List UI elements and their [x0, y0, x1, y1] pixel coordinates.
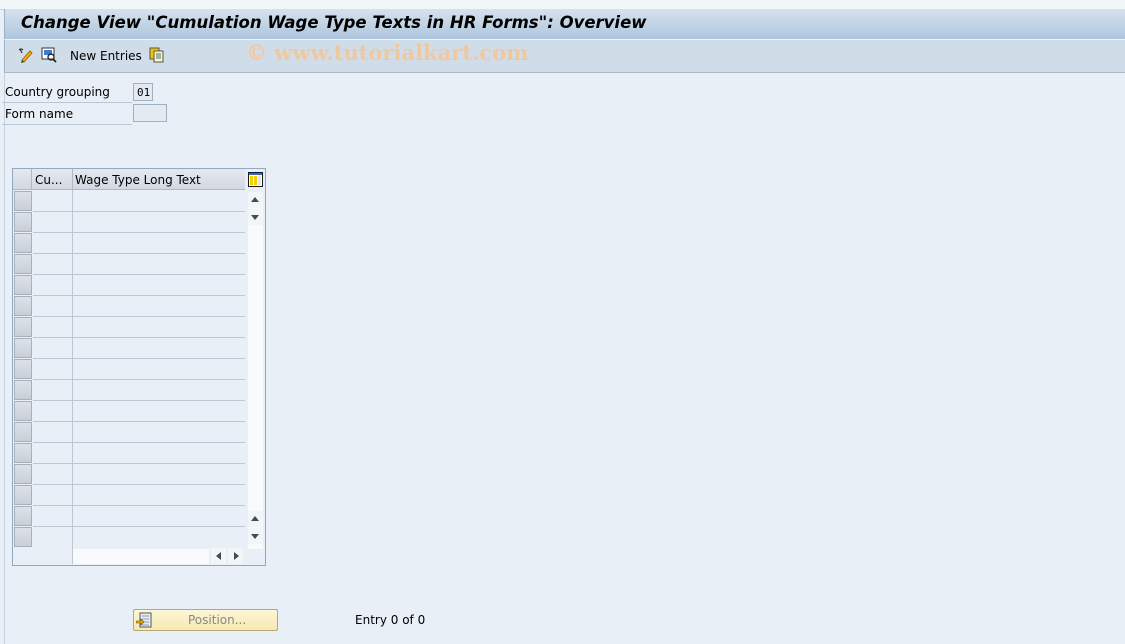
table-row: [33, 401, 245, 422]
row-selector[interactable]: [14, 191, 32, 211]
scroll-page-up-button[interactable]: [248, 511, 263, 527]
field-underline: [2, 124, 132, 125]
row-selector[interactable]: [14, 443, 32, 463]
copy-icon[interactable]: [149, 47, 165, 63]
row-selector[interactable]: [14, 485, 32, 505]
column-settings-icon[interactable]: [248, 172, 263, 187]
row-selector[interactable]: [14, 506, 32, 526]
table-header: Cu... Wage Type Long Text: [13, 169, 245, 190]
row-selector[interactable]: [14, 422, 32, 442]
row-selector[interactable]: [14, 527, 32, 547]
form-name-label: Form name: [5, 107, 74, 121]
application-toolbar: New Entries: [4, 40, 1125, 73]
row-selector[interactable]: [14, 464, 32, 484]
scroll-right-button[interactable]: [228, 548, 243, 564]
row-selector[interactable]: [14, 401, 32, 421]
table-row: [33, 191, 245, 212]
table-row: [33, 275, 245, 296]
vertical-scrollbar[interactable]: [248, 193, 263, 549]
position-icon: [135, 612, 152, 628]
row-selector[interactable]: [14, 359, 32, 379]
scroll-left-button[interactable]: [211, 548, 226, 564]
display-change-icon[interactable]: [17, 47, 33, 63]
select-all-cell[interactable]: [14, 169, 32, 190]
table-row: [33, 485, 245, 506]
row-selector[interactable]: [14, 296, 32, 316]
column-header-cumulation[interactable]: Cu...: [35, 173, 62, 187]
horizontal-scrollbar[interactable]: [73, 549, 209, 564]
table-row: [33, 296, 245, 317]
table-row: [33, 233, 245, 254]
position-button[interactable]: Position...: [133, 609, 278, 631]
scroll-up-button[interactable]: [248, 192, 263, 208]
watermark: © www.tutorialkart.com: [246, 40, 529, 65]
row-selector[interactable]: [14, 338, 32, 358]
table-control: Cu... Wage Type Long Text: [12, 168, 266, 566]
column-divider: [72, 190, 73, 564]
row-selector[interactable]: [14, 233, 32, 253]
country-grouping-label: Country grouping: [5, 85, 110, 99]
table-row: [33, 254, 245, 275]
table-row: [33, 422, 245, 443]
row-selector[interactable]: [14, 380, 32, 400]
column-header-wage-type-long-text[interactable]: Wage Type Long Text: [75, 173, 201, 187]
entry-count: Entry 0 of 0: [355, 613, 426, 627]
position-button-label: Position...: [188, 613, 247, 627]
table-row: [33, 380, 245, 401]
row-selector[interactable]: [14, 317, 32, 337]
scroll-page-down-button[interactable]: [248, 209, 263, 225]
table-row: [33, 212, 245, 233]
table-row: [33, 527, 245, 548]
field-underline: [2, 102, 132, 103]
scroll-down-button[interactable]: [248, 528, 263, 544]
form-name-field[interactable]: [133, 104, 167, 122]
table-row: [33, 338, 245, 359]
table-row: [33, 317, 245, 338]
table-row: [33, 359, 245, 380]
table-row: [33, 443, 245, 464]
row-selector[interactable]: [14, 254, 32, 274]
table-row: [33, 464, 245, 485]
title-bar: Change View "Cumulation Wage Type Texts …: [4, 9, 1125, 40]
row-selector[interactable]: [14, 275, 32, 295]
country-grouping-field[interactable]: 01: [133, 83, 153, 101]
table-row: [33, 506, 245, 527]
page-title: Change View "Cumulation Wage Type Texts …: [21, 13, 647, 32]
row-selector[interactable]: [14, 212, 32, 232]
details-icon[interactable]: [41, 47, 57, 63]
column-divider: [72, 169, 73, 190]
new-entries-button[interactable]: New Entries: [70, 49, 142, 63]
